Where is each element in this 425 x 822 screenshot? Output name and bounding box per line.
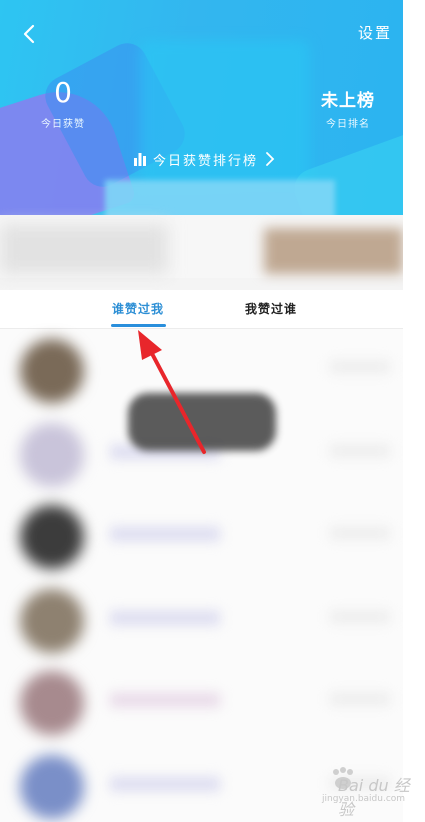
blurred-content xyxy=(330,445,390,457)
decor-shape xyxy=(105,180,335,215)
list-item[interactable] xyxy=(0,579,403,661)
tab-who-liked-me[interactable]: 谁赞过我 xyxy=(112,300,164,317)
leaderboard-label: 今日获赞排行榜 xyxy=(153,153,259,169)
watermark-url: jingyan.baidu.com xyxy=(322,794,406,804)
today-rank-label: 今日排名 xyxy=(326,119,370,130)
today-likes-count: 0 xyxy=(54,76,72,109)
avatar xyxy=(20,589,84,653)
blurred-content xyxy=(110,611,220,625)
blurred-toast xyxy=(128,393,276,451)
back-chevron-icon[interactable] xyxy=(18,22,42,46)
active-tab-indicator xyxy=(111,324,166,327)
list-item[interactable] xyxy=(0,661,403,743)
tab-bar: 谁赞过我 我赞过谁 xyxy=(0,290,403,329)
blurred-content xyxy=(330,527,390,539)
blurred-content xyxy=(110,527,220,541)
avatar xyxy=(20,423,84,487)
tab-who-i-liked[interactable]: 我赞过谁 xyxy=(245,300,297,317)
list-item[interactable] xyxy=(0,495,403,577)
blurred-content xyxy=(330,611,390,623)
settings-button[interactable]: 设置 xyxy=(358,22,392,43)
avatar xyxy=(20,755,84,819)
chevron-right-icon xyxy=(266,152,275,166)
today-likes-label: 今日获赞 xyxy=(41,119,85,130)
watermark: Bai du 经验 jingyan.baidu.com xyxy=(310,766,410,819)
avatar xyxy=(20,339,84,403)
bar-chart-icon xyxy=(134,153,146,166)
today-rank-value: 未上榜 xyxy=(321,91,375,111)
screen-edge xyxy=(403,0,425,822)
avatar xyxy=(20,671,84,735)
app-screen: 设置 0 今日获赞 未上榜 今日排名 今日获赞排行榜 谁赞过我 我赞过谁 xyxy=(0,0,403,822)
avatar xyxy=(20,505,84,569)
blurred-content xyxy=(0,224,168,274)
blurred-content xyxy=(110,777,220,791)
leaderboard-link[interactable]: 今日获赞排行榜 xyxy=(133,149,276,169)
blurred-content xyxy=(330,693,390,705)
header-banner: 设置 0 今日获赞 未上榜 今日排名 今日获赞排行榜 xyxy=(0,0,403,215)
blurred-content xyxy=(264,228,403,274)
blurred-content xyxy=(110,693,220,707)
blurred-content xyxy=(330,361,390,373)
